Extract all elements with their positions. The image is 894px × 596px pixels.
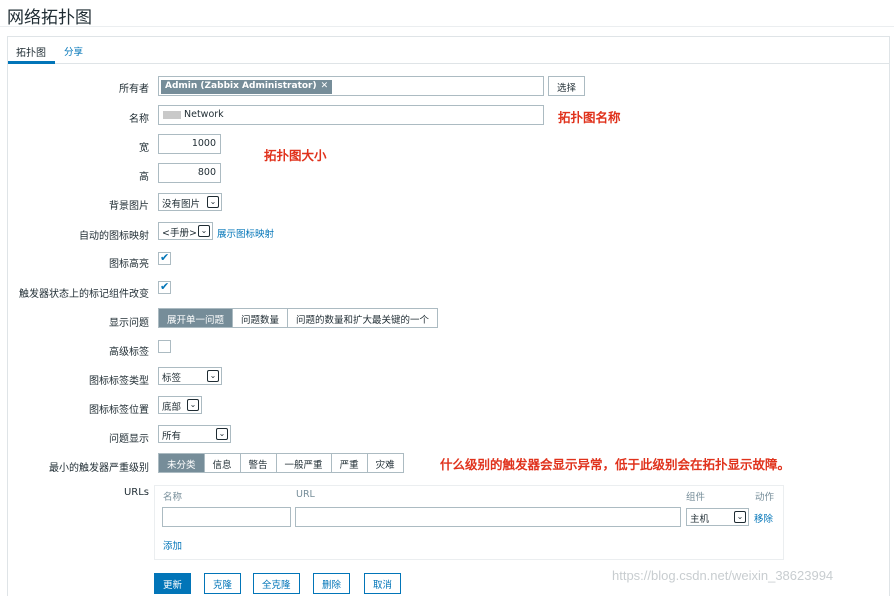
problems-segmented-control: 展开单一问题 问题数量 问题的数量和扩大最关键的一个 (158, 308, 439, 328)
markelements-label: 触发器状态上的标记组件改变 (19, 289, 149, 300)
name-annotation: 拓扑图名称 (558, 110, 621, 125)
urls-header-name: 名称 (163, 492, 183, 503)
label-location-select-value: 底部 (162, 402, 182, 413)
checkmark-icon: ✔ (160, 280, 170, 293)
update-button[interactable]: 更新 (154, 573, 192, 594)
severity-not-classified[interactable]: 未分类 (159, 454, 205, 472)
watermark: https://blog.csdn.net/weixin_38623994 (612, 568, 834, 583)
chevron-down-icon: ⌄ (216, 428, 228, 440)
name-field-value: Network (184, 109, 224, 120)
active-tab-indicator (8, 61, 55, 64)
tab-sharing[interactable]: 分享 (64, 44, 83, 58)
name-label: 名称 (129, 114, 149, 125)
size-annotation: 拓扑图大小 (264, 148, 327, 163)
severity-annotation: 什么级别的触发器会显示异常，低于此级别会在拓扑显示故障。 (440, 457, 791, 472)
problem-display-select-value: 所有 (162, 431, 182, 442)
width-field[interactable]: 1000 (158, 134, 221, 154)
problems-option-count-expanded[interactable]: 问题的数量和扩大最关键的一个 (288, 309, 438, 327)
highlight-checkbox[interactable]: ✔ (158, 251, 171, 265)
label-type-label: 图标标签类型 (89, 376, 149, 387)
height-field[interactable]: 800 (158, 163, 221, 183)
highlight-label: 图标高亮 (109, 259, 149, 270)
cancel-button[interactable]: 取消 (364, 573, 402, 594)
severity-disaster[interactable]: 灾难 (367, 454, 403, 472)
page-title: 网络拓扑图 (7, 8, 92, 28)
chevron-down-icon: ⌄ (187, 399, 199, 411)
problems-option-expand-single[interactable]: 展开单一问题 (159, 309, 234, 327)
background-select[interactable]: 没有图片 ⌄ (158, 193, 222, 211)
chevron-down-icon: ⌄ (207, 196, 219, 208)
iconmap-label: 自动的图标映射 (79, 231, 149, 242)
problem-display-label: 问题显示 (109, 434, 149, 445)
iconmap-select-value: <手册> (162, 228, 197, 239)
url-name-field[interactable] (162, 507, 291, 527)
full-clone-button[interactable]: 全克隆 (253, 573, 300, 594)
problems-label: 显示问题 (109, 318, 149, 329)
height-label: 高 (139, 172, 149, 183)
chevron-down-icon: ⌄ (207, 370, 219, 382)
chevron-down-icon: ⌄ (198, 225, 210, 237)
url-field[interactable] (295, 507, 681, 527)
url-element-select-value: 主机 (690, 514, 710, 525)
owner-label: 所有者 (119, 84, 149, 95)
name-field[interactable]: Network (158, 105, 544, 125)
checkmark-icon: ✔ (160, 251, 170, 264)
label-location-label: 图标标签位置 (89, 405, 149, 416)
markelements-checkbox[interactable]: ✔ (158, 280, 171, 294)
min-severity-segmented-control: 未分类 信息 警告 一般严重 严重 灾难 (158, 453, 404, 473)
url-element-select[interactable]: 主机 ⌄ (686, 508, 749, 526)
background-label: 背景图片 (109, 201, 149, 212)
background-select-value: 没有图片 (162, 199, 201, 210)
show-iconmap-link[interactable]: 展示图标映射 (217, 226, 274, 240)
tab-map[interactable]: 拓扑图 (16, 44, 46, 59)
urls-header-action: 动作 (755, 492, 775, 503)
min-severity-label: 最小的触发器严重级别 (49, 463, 149, 474)
remove-tag-icon[interactable]: ✕ (321, 81, 329, 91)
width-label: 宽 (139, 143, 149, 154)
label-location-select[interactable]: 底部 ⌄ (158, 396, 202, 414)
redacted-text (163, 110, 181, 119)
urls-label: URLs (123, 487, 149, 498)
clone-button[interactable]: 克隆 (204, 573, 242, 594)
severity-warning[interactable]: 警告 (240, 454, 277, 472)
title-divider (0, 26, 894, 27)
urls-header-element: 组件 (686, 492, 706, 503)
delete-button[interactable]: 删除 (313, 573, 351, 594)
problem-display-select[interactable]: 所有 ⌄ (158, 425, 231, 443)
tab-bar: 拓扑图 分享 (8, 37, 889, 64)
label-type-select-value: 标签 (162, 373, 182, 384)
label-type-select[interactable]: 标签 ⌄ (158, 367, 222, 385)
urls-header-url: URL (296, 489, 315, 500)
url-remove-link[interactable]: 移除 (754, 511, 773, 525)
iconmap-select[interactable]: <手册> ⌄ (158, 222, 213, 240)
owner-tag: Admin (Zabbix Administrator) ✕ (161, 80, 333, 94)
severity-high[interactable]: 严重 (331, 454, 368, 472)
advanced-labels-label: 高级标签 (109, 347, 149, 358)
advanced-labels-checkbox[interactable] (158, 340, 171, 353)
severity-information[interactable]: 信息 (204, 454, 241, 472)
owner-select-button[interactable]: 选择 (548, 76, 586, 96)
chevron-down-icon: ⌄ (734, 511, 746, 523)
url-add-link[interactable]: 添加 (163, 538, 182, 552)
severity-average[interactable]: 一般严重 (276, 454, 332, 472)
problems-option-count[interactable]: 问题数量 (233, 309, 289, 327)
owner-tag-label: Admin (Zabbix Administrator) (165, 81, 317, 91)
